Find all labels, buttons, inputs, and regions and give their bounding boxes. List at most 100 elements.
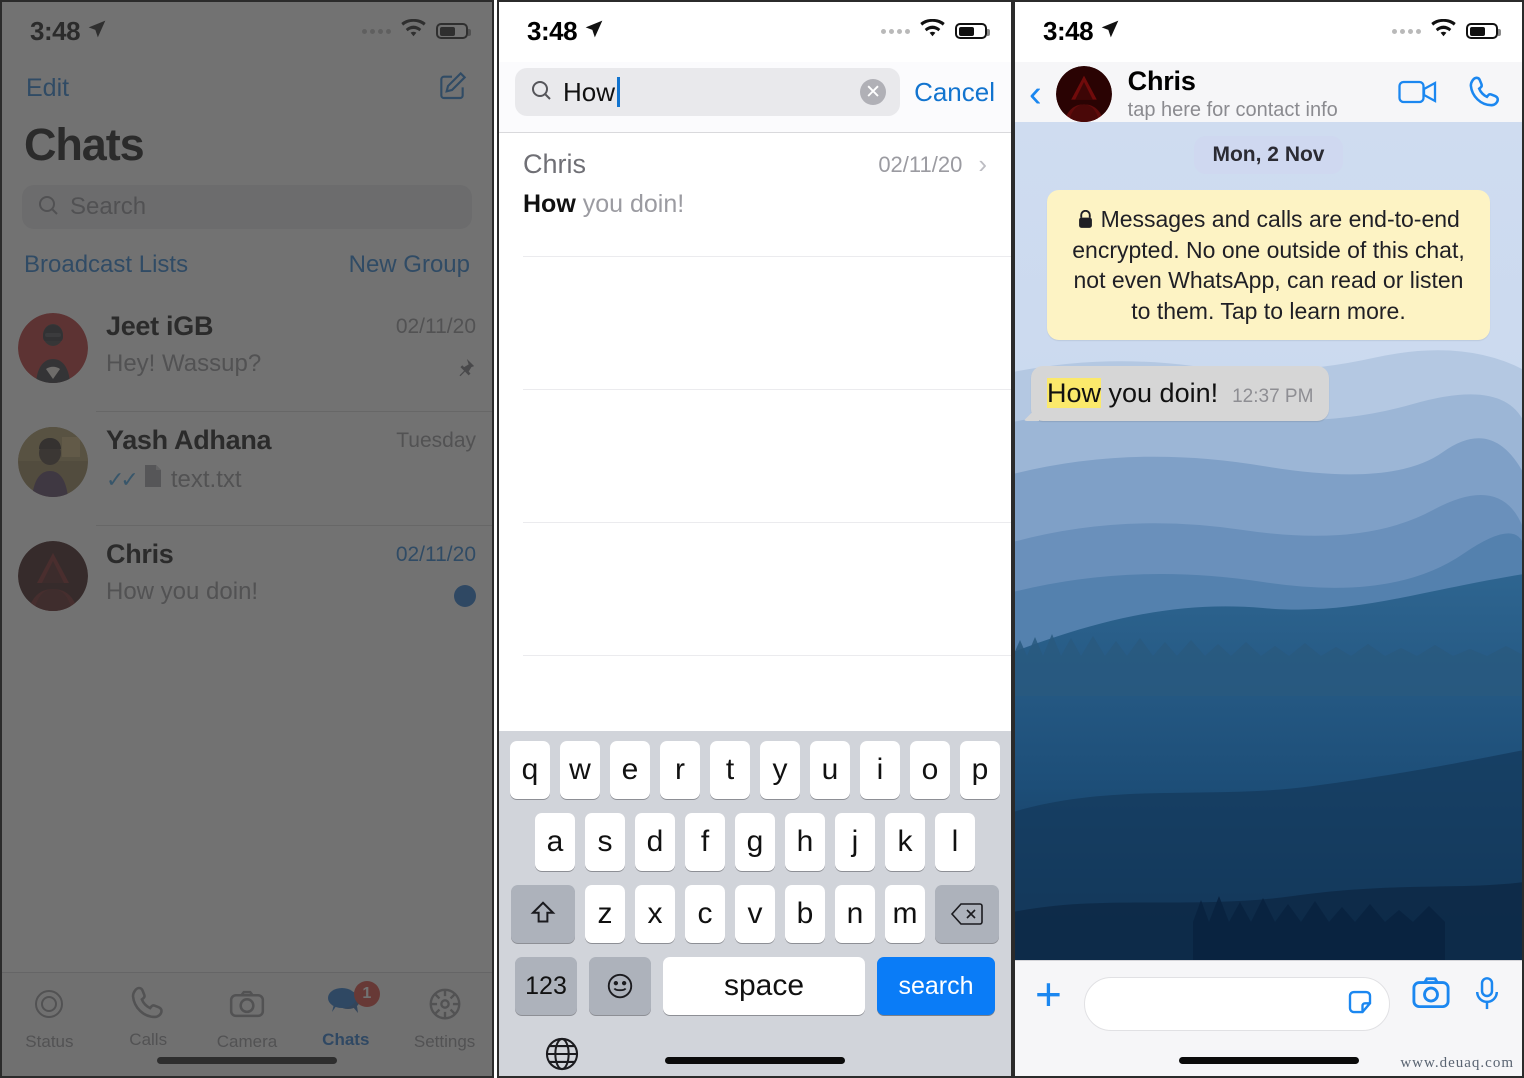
chat-name: Jeet iGB [106,311,214,341]
avatar [18,427,88,497]
wifi-icon [1430,18,1457,44]
key-m[interactable]: m [885,885,925,943]
search-result-item[interactable]: Chris 02/11/20 › How you doin! [497,133,1013,237]
result-rest: you doin! [575,190,685,218]
tab-status[interactable]: Status [0,985,99,1052]
key-q[interactable]: q [510,741,550,799]
sticker-icon[interactable] [1345,987,1375,1022]
location-arrow-icon [584,19,604,44]
video-camera-icon[interactable] [1398,78,1438,111]
tab-settings[interactable]: Settings [395,985,494,1052]
status-time: 3:48 [1043,15,1094,46]
key-k[interactable]: k [885,813,925,871]
home-indicator [157,1057,337,1064]
chat-list-item[interactable]: Jeet iGB Hey! Wassup? 02/11/20 [0,297,494,411]
key-h[interactable]: h [785,813,825,871]
message-input[interactable] [1083,977,1390,1031]
plus-icon[interactable]: + [1035,971,1062,1017]
chat-date: Tuesday [396,429,476,452]
key-v[interactable]: v [735,885,775,943]
numbers-key[interactable]: 123 [515,957,577,1015]
search-input[interactable]: Search [22,185,472,229]
conversation-body: Mon, 2 Nov Messages and calls are end-to… [1013,122,1524,960]
tab-camera[interactable]: Camera [198,985,297,1052]
encryption-notice[interactable]: Messages and calls are end-to-end encryp… [1047,190,1490,341]
key-c[interactable]: c [685,885,725,943]
chat-name: Chris [106,539,174,569]
key-f[interactable]: f [685,813,725,871]
result-date: 02/11/20 [878,151,963,177]
cancel-button[interactable]: Cancel [914,77,995,108]
microphone-icon[interactable] [1472,977,1502,1016]
status-time: 3:48 [527,15,578,46]
globe-icon[interactable] [543,1037,581,1077]
tab-label: Camera [216,1032,278,1051]
key-t[interactable]: t [710,741,750,799]
contact-info-button[interactable]: Chris tap here for contact info [1126,66,1384,122]
tab-label: Chats [322,1030,370,1049]
message-bubble[interactable]: How you doin! 12:37 PM [1031,366,1330,422]
avatar[interactable] [1055,66,1112,122]
key-a[interactable]: a [535,813,575,871]
chat-preview: text.txt [170,465,242,493]
search-input[interactable]: How ✕ [515,68,901,116]
page-title: Chats [24,119,145,170]
tab-calls[interactable]: Calls [99,985,198,1050]
result-match: How [523,190,576,218]
key-g[interactable]: g [735,813,775,871]
status-rings-icon [30,985,68,1028]
unread-badge [454,585,476,607]
search-value: How [563,76,616,107]
space-key[interactable]: space [663,957,865,1015]
chat-list-item[interactable]: Chris How you doin! 02/11/20 [0,525,494,639]
shift-arrow-icon[interactable] [511,885,575,943]
key-e[interactable]: e [610,741,650,799]
chevron-right-icon: › [978,149,987,179]
chat-preview: Hey! Wassup? [106,350,262,377]
home-indicator [1178,1057,1359,1064]
new-group-button[interactable]: New Group [349,251,470,279]
backspace-icon[interactable] [935,885,999,943]
clear-circle-icon[interactable]: ✕ [860,79,887,105]
phone-icon[interactable] [1468,75,1502,114]
pin-icon [454,357,476,384]
key-y[interactable]: y [760,741,800,799]
search-icon [529,78,553,107]
search-placeholder: Search [70,193,147,220]
chat-date: 02/11/20 [395,315,476,338]
home-indicator [665,1057,845,1064]
panel-conversation: 3:48 ‹ Chris tap here for contact info M… [1013,0,1524,1078]
key-s[interactable]: s [585,813,625,871]
camera-icon[interactable] [1412,977,1450,1014]
search-return-key[interactable]: search [877,957,995,1015]
key-b[interactable]: b [785,885,825,943]
key-i[interactable]: i [860,741,900,799]
avatar [18,313,88,383]
contact-name: Chris [1127,66,1196,96]
key-o[interactable]: o [910,741,950,799]
key-x[interactable]: x [635,885,675,943]
encryption-text: Messages and calls are end-to-end encryp… [1072,206,1465,324]
key-d[interactable]: d [635,813,675,871]
key-r[interactable]: r [660,741,700,799]
compose-icon[interactable] [436,70,468,107]
panel-search: 3:48 How ✕ Cancel Chris 02/11/20 › How y… [497,0,1013,1078]
broadcast-lists-button[interactable]: Broadcast Lists [24,251,188,279]
wifi-icon [400,18,427,44]
key-j[interactable]: j [835,813,875,871]
document-icon [143,464,163,495]
key-u[interactable]: u [810,741,850,799]
key-z[interactable]: z [585,885,625,943]
result-contact-name: Chris [523,149,587,179]
watermark: www.deuaq.com [1400,1055,1514,1071]
emoji-smiley-icon[interactable] [589,957,651,1015]
key-n[interactable]: n [835,885,875,943]
key-p[interactable]: p [960,741,1000,799]
key-w[interactable]: w [560,741,600,799]
chat-list-item[interactable]: Yash Adhana ✓✓ text.txt Tuesday [0,411,494,525]
tab-chats[interactable]: 1 Chats [296,981,395,1050]
camera-icon [228,985,266,1028]
back-chevron-icon[interactable]: ‹ [1029,75,1042,113]
edit-button[interactable]: Edit [26,74,69,103]
key-l[interactable]: l [935,813,975,871]
